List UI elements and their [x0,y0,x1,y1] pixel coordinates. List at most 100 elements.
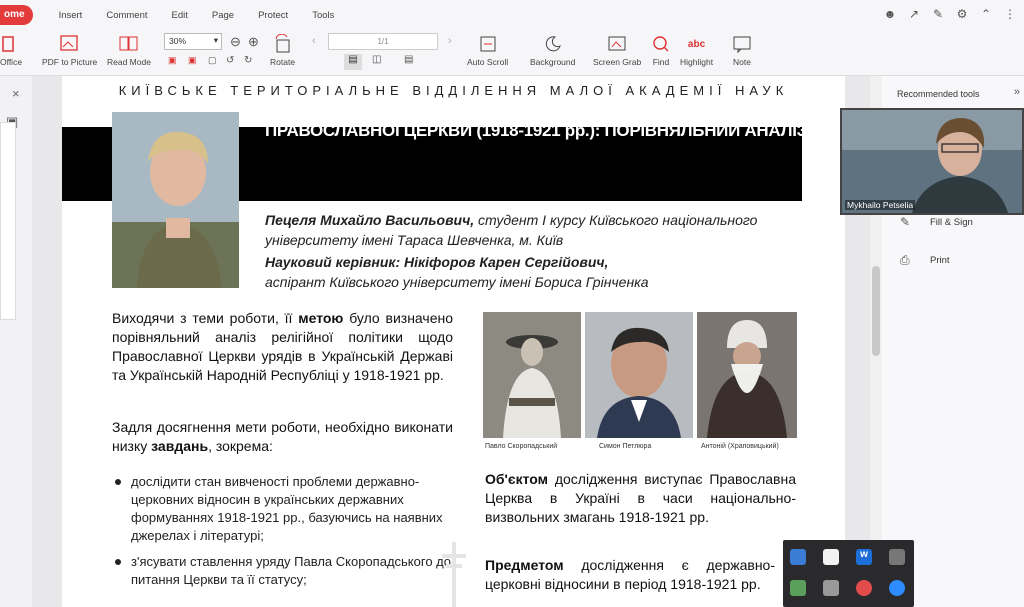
object-keyword: Об'єктом [485,471,548,487]
app-tray-icon[interactable] [790,549,806,565]
office-button[interactable]: Office [0,33,22,67]
screen-grab-button[interactable]: Screen Grab [593,33,641,67]
purpose-text-a: Виходячи з теми роботи, її [112,310,299,326]
pen-icon: ✎ [900,215,911,229]
book-icon [118,33,140,55]
author-photo [112,112,239,288]
office-icon [0,33,22,55]
edit-icon[interactable]: ✎ [930,6,946,22]
collapse-panel-icon[interactable]: » [1014,86,1020,98]
more-icon[interactable]: ⋮ [1002,6,1018,22]
subject-keyword: Предметом [485,557,564,573]
next-page-icon[interactable]: › [448,35,452,47]
caption-skoropadsky: Павло Скоропадський [485,443,558,450]
scrollbar-thumb[interactable] [872,266,880,356]
auto-scroll-icon [477,33,499,55]
single-page-view-icon[interactable]: ▤ [344,54,362,70]
gear-icon[interactable]: ⚙ [954,6,970,22]
document-title: ПОЛІТИКА ГЕТЬМАНАТУ І ДИРЕКТОРІЇ УНР ЩОД… [265,90,807,144]
print-tool[interactable]: ⎙ Print [900,253,950,268]
device-icon[interactable] [889,549,905,565]
pdf-to-picture-label: PDF to Picture [42,57,98,67]
portrait-antoniy [697,312,797,438]
page-number-input[interactable]: 1/1 [328,33,438,50]
zoom-icon[interactable] [889,580,905,596]
top-right-icons: ☻ ↗ ✎ ⚙ ⌃ ⋮ [882,6,1018,22]
read-mode-button[interactable]: Read Mode [107,33,151,67]
chevron-up-icon[interactable]: ⌃ [978,6,994,22]
supervisor-description: аспірант Київського університету імені Б… [265,274,649,290]
highlight-icon: abc [687,38,706,50]
find-label: Find [652,57,670,67]
cloud-icon[interactable] [823,580,839,596]
close-icon[interactable]: × [12,86,20,101]
auto-scroll-button[interactable]: Auto Scroll [467,33,508,67]
fill-sign-label: Fill & Sign [930,216,973,228]
task-list: дослідити стан вивченості проблеми держа… [112,473,452,597]
moon-icon [542,33,564,55]
screen-grab-icon [606,33,628,55]
cross-watermark [442,542,466,607]
fill-sign-tool[interactable]: ✎ Fill & Sign [900,215,973,229]
office-label: Office [0,57,23,67]
zoom-in-icon[interactable]: ⊕ [248,34,259,50]
zoom-out-icon[interactable]: ⊖ [230,34,241,50]
rotate-icon [272,33,294,55]
search-icon [650,33,672,55]
printer-icon: ⎙ [900,253,910,267]
title-line-1: ПОЛІТИКА ГЕТЬМАНАТУ І ДИРЕКТОРІЇ УНР ЩОД… [265,94,674,113]
share-icon[interactable]: ↗ [906,6,922,22]
shield-icon[interactable] [823,549,839,565]
document-page: КИЇВСЬКЕ ТЕРИТОРІАЛЬНЕ ВІДДІЛЕННЯ МАЛОЇ … [62,76,845,607]
picture-icon [59,33,81,55]
drive-icon[interactable] [790,580,806,596]
fit-page-icon[interactable]: ▣ [168,55,177,66]
actual-size-icon[interactable]: ▢ [208,55,217,66]
word-icon[interactable]: w [856,549,872,565]
participant-name: Mykhailo Petselia [845,200,916,210]
chrome-icon[interactable] [856,580,872,596]
chevron-down-icon: ▾ [213,35,218,45]
screen-grab-label: Screen Grab [593,57,642,67]
tab-home[interactable]: ome [0,5,33,25]
highlight-button[interactable]: abc Highlight [680,33,714,68]
tab-comment[interactable]: Comment [106,10,147,21]
supervisor-name: Науковий керівник: Нікіфоров Карен Сергі… [265,254,609,270]
tab-edit[interactable]: Edit [172,10,188,21]
right-panel-title: Recommended tools [897,89,980,99]
user-add-icon[interactable]: ☻ [882,6,898,22]
tab-protect[interactable]: Protect [258,10,288,21]
fit-width-icon[interactable]: ▣ [188,55,197,66]
rotate-left-icon[interactable]: ↺ [226,55,234,66]
list-item: з'ясувати ставлення уряду Павла Скоропад… [112,553,452,589]
title-line-2: ПРАВОСЛАВНОЇ ЦЕРКВИ (1918-1921 рр.): ПОР… [265,121,807,140]
rotate-right-icon[interactable]: ↻ [244,55,252,66]
prev-page-icon[interactable]: ‹ [312,35,316,47]
subject-paragraph: Предметом дослідження є державно-церковн… [485,556,775,594]
tab-page[interactable]: Page [212,10,234,21]
print-label: Print [930,255,950,266]
pdf-to-picture-button[interactable]: PDF to Picture [42,33,97,67]
tab-insert[interactable]: Insert [59,10,83,21]
find-button[interactable]: Find [650,33,672,67]
rotate-button[interactable]: Rotate [270,33,295,67]
background-button[interactable]: Background [530,33,575,67]
page-number-value: 1/1 [377,37,389,46]
menu-bar: ome Insert Comment Edit Page Protect Too… [0,0,1024,30]
note-button[interactable]: Note [731,33,753,67]
toolbar: Office PDF to Picture Read Mode 30% ▾ ⊖ ⊕… [0,30,1024,76]
video-call-overlay[interactable]: Mykhailo Petselia [840,108,1024,215]
note-icon [731,33,753,55]
continuous-view-icon[interactable]: ▤ [404,54,413,65]
author-name: Пецеля Михайло Васильович, [265,212,475,228]
note-label: Note [733,57,751,67]
tab-tools[interactable]: Tools [312,10,334,21]
purpose-keyword: метою [298,310,344,326]
highlight-label: Highlight [680,57,714,67]
participant-video [842,110,1022,213]
thumbnail-panel[interactable] [0,122,16,320]
system-tray-popup: w [783,540,914,607]
tasks-paragraph: Задля досягнення мети роботи, необхідно … [112,418,453,456]
zoom-select[interactable]: 30% ▾ [164,33,222,50]
two-page-view-icon[interactable]: ◫ [372,54,381,65]
